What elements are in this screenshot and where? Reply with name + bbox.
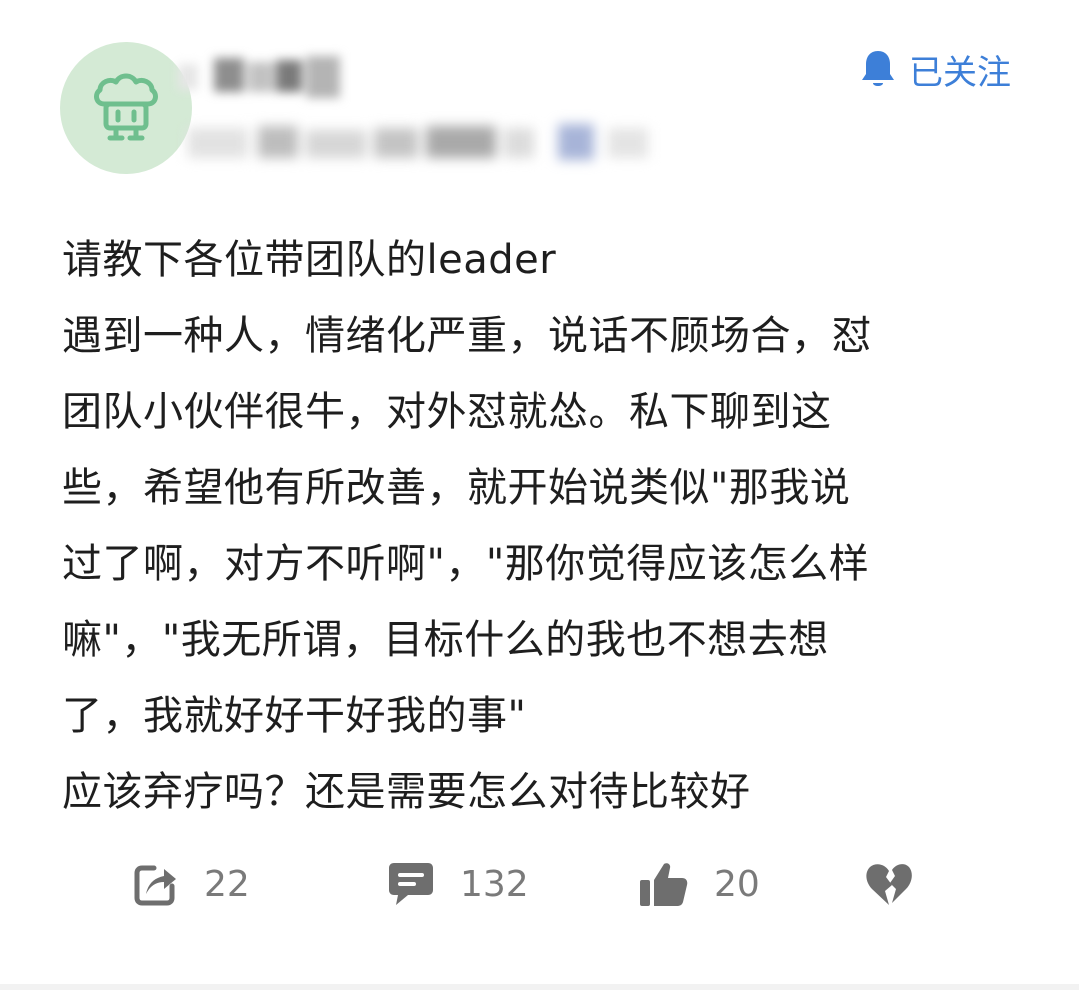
post-content: 请教下各位带团队的leader 遇到一种人，情绪化严重，说话不顾场合，怼 团队小… — [62, 222, 1032, 830]
action-bar: 22 132 20 — [0, 848, 1079, 920]
comment-icon — [389, 863, 433, 905]
share-button[interactable]: 22 — [132, 848, 250, 920]
cupcake-robot-icon — [94, 73, 158, 141]
post-line: 些，希望他有所改善，就开始说类似"那我说 — [62, 465, 851, 511]
username-redacted[interactable] — [178, 50, 348, 104]
divider — [0, 984, 1079, 990]
post-line: 嘛"，"我无所谓，目标什么的我也不想去想 — [62, 617, 829, 663]
like-count: 20 — [714, 863, 760, 905]
post-line: 请教下各位带团队的leader — [62, 237, 557, 283]
comment-count: 132 — [460, 863, 529, 905]
follow-button[interactable]: 已关注 — [859, 44, 1011, 94]
user-meta-redacted — [188, 118, 668, 166]
follow-label: 已关注 — [909, 52, 1011, 93]
like-button[interactable]: 20 — [638, 848, 760, 920]
dislike-button[interactable] — [864, 848, 914, 920]
post-line: 了，我就好好干好我的事" — [62, 693, 527, 739]
share-icon — [134, 865, 176, 906]
share-count: 22 — [204, 863, 250, 905]
comment-button[interactable]: 132 — [386, 848, 529, 920]
post-line: 团队小伙伴很牛，对外怼就怂。私下聊到这 — [62, 389, 832, 435]
post-line: 过了啊，对方不听啊"，"那你觉得应该怎么样 — [62, 541, 870, 587]
avatar[interactable] — [60, 42, 192, 174]
post-line: 应该弃疗吗？还是需要怎么对待比较好 — [62, 769, 751, 815]
broken-heart-icon — [866, 864, 912, 905]
post-header: 已关注 — [0, 0, 1079, 200]
bell-icon — [862, 51, 894, 86]
thumbs-up-icon — [640, 863, 688, 906]
post-line: 遇到一种人，情绪化严重，说话不顾场合，怼 — [62, 313, 872, 359]
